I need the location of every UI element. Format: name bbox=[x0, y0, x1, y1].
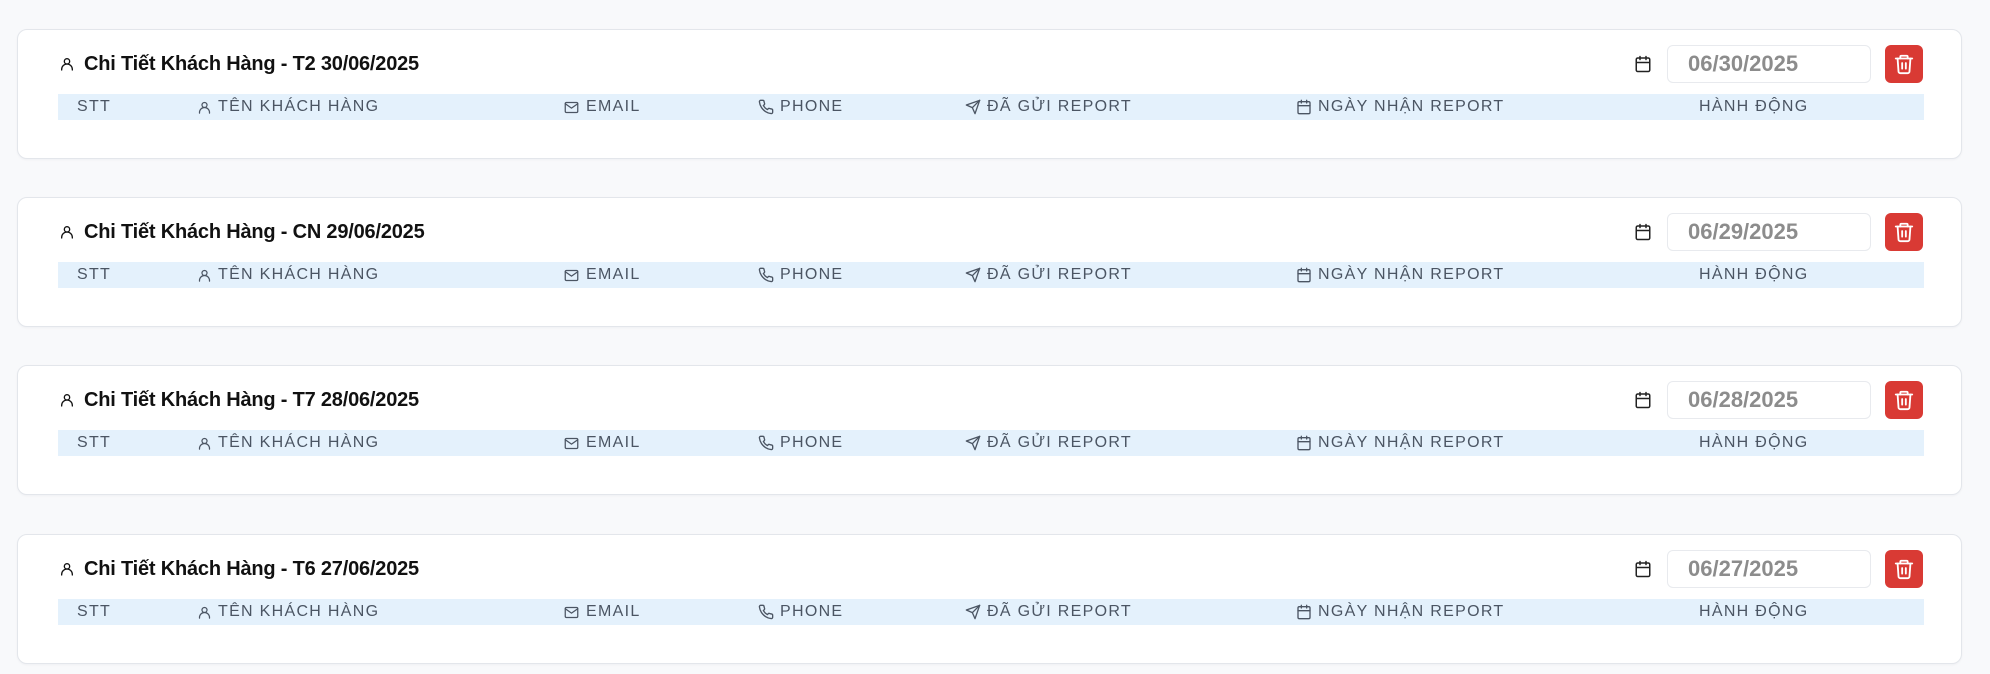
delete-button[interactable] bbox=[1885, 45, 1923, 83]
column-header-name[interactable]: TÊN KHÁCH HÀNG bbox=[197, 599, 379, 625]
column-header-name[interactable]: TÊN KHÁCH HÀNG bbox=[197, 94, 379, 120]
column-header-stt[interactable]: STT bbox=[77, 94, 111, 120]
calendar-icon[interactable] bbox=[1633, 222, 1653, 242]
column-header-email[interactable]: EMAIL bbox=[563, 599, 641, 625]
column-header-action[interactable]: HÀNH ĐỘNG bbox=[1699, 430, 1808, 456]
mail-icon bbox=[564, 437, 579, 449]
user-icon bbox=[198, 101, 211, 114]
user-icon bbox=[58, 223, 76, 241]
trash-icon bbox=[1894, 559, 1914, 580]
date-input[interactable] bbox=[1667, 213, 1871, 251]
column-header-action[interactable]: HÀNH ĐỘNG bbox=[1699, 599, 1808, 625]
customer-detail-card: Chi Tiết Khách Hàng - T7 28/06/2025 STT … bbox=[17, 365, 1962, 495]
table-header-row: STT TÊN KHÁCH HÀNG EMAIL PHONE ĐÃ GỬI RE… bbox=[58, 599, 1924, 625]
user-icon bbox=[198, 269, 211, 282]
card-title-wrap: Chi Tiết Khách Hàng - T2 30/06/2025 bbox=[58, 44, 419, 84]
send-icon bbox=[965, 604, 981, 620]
card-title: Chi Tiết Khách Hàng - T6 27/06/2025 bbox=[84, 557, 419, 580]
date-picker-group bbox=[1633, 380, 1923, 420]
column-header-email[interactable]: EMAIL bbox=[563, 262, 641, 288]
column-header-name[interactable]: TÊN KHÁCH HÀNG bbox=[197, 430, 379, 456]
column-header-sent[interactable]: ĐÃ GỬI REPORT bbox=[965, 430, 1132, 456]
date-input[interactable] bbox=[1667, 381, 1871, 419]
column-header-email[interactable]: EMAIL bbox=[563, 94, 641, 120]
column-header-phone[interactable]: PHONE bbox=[758, 262, 843, 288]
calendar-icon bbox=[1297, 267, 1311, 283]
customer-detail-card: Chi Tiết Khách Hàng - T6 27/06/2025 STT … bbox=[17, 534, 1962, 664]
column-header-name[interactable]: TÊN KHÁCH HÀNG bbox=[197, 262, 379, 288]
send-icon bbox=[965, 435, 981, 451]
card-title: Chi Tiết Khách Hàng - T7 28/06/2025 bbox=[84, 388, 419, 411]
mail-icon bbox=[564, 101, 579, 113]
delete-button[interactable] bbox=[1885, 213, 1923, 251]
trash-icon bbox=[1894, 390, 1914, 411]
card-title: Chi Tiết Khách Hàng - CN 29/06/2025 bbox=[84, 220, 425, 243]
column-header-action[interactable]: HÀNH ĐỘNG bbox=[1699, 262, 1808, 288]
column-header-action[interactable]: HÀNH ĐỘNG bbox=[1699, 94, 1808, 120]
column-header-received[interactable]: NGÀY NHẬN REPORT bbox=[1296, 599, 1504, 625]
column-header-email[interactable]: EMAIL bbox=[563, 430, 641, 456]
send-icon bbox=[965, 99, 981, 115]
mail-icon bbox=[564, 606, 579, 618]
customer-detail-card: Chi Tiết Khách Hàng - T2 30/06/2025 STT … bbox=[17, 29, 1962, 159]
calendar-icon[interactable] bbox=[1633, 54, 1653, 74]
user-icon bbox=[198, 437, 211, 450]
customer-detail-card: Chi Tiết Khách Hàng - CN 29/06/2025 STT … bbox=[17, 197, 1962, 327]
column-header-phone[interactable]: PHONE bbox=[758, 94, 843, 120]
column-header-stt[interactable]: STT bbox=[77, 430, 111, 456]
phone-icon bbox=[758, 435, 774, 451]
card-title-wrap: Chi Tiết Khách Hàng - CN 29/06/2025 bbox=[58, 212, 425, 252]
calendar-icon[interactable] bbox=[1633, 559, 1653, 579]
user-icon bbox=[58, 560, 76, 578]
date-picker-group bbox=[1633, 549, 1923, 589]
date-input[interactable] bbox=[1667, 550, 1871, 588]
phone-icon bbox=[758, 267, 774, 283]
calendar-icon bbox=[1297, 604, 1311, 620]
date-picker-group bbox=[1633, 212, 1923, 252]
phone-icon bbox=[758, 604, 774, 620]
column-header-sent[interactable]: ĐÃ GỬI REPORT bbox=[965, 262, 1132, 288]
column-header-sent[interactable]: ĐÃ GỬI REPORT bbox=[965, 599, 1132, 625]
calendar-icon bbox=[1297, 435, 1311, 451]
card-header: Chi Tiết Khách Hàng - T2 30/06/2025 bbox=[58, 44, 1923, 84]
delete-button[interactable] bbox=[1885, 550, 1923, 588]
calendar-icon[interactable] bbox=[1633, 390, 1653, 410]
column-header-stt[interactable]: STT bbox=[77, 262, 111, 288]
table-header-row: STT TÊN KHÁCH HÀNG EMAIL PHONE ĐÃ GỬI RE… bbox=[58, 430, 1924, 456]
user-icon bbox=[58, 55, 76, 73]
table-header-row: STT TÊN KHÁCH HÀNG EMAIL PHONE ĐÃ GỬI RE… bbox=[58, 262, 1924, 288]
date-input[interactable] bbox=[1667, 45, 1871, 83]
column-header-phone[interactable]: PHONE bbox=[758, 599, 843, 625]
user-icon bbox=[58, 391, 76, 409]
card-title: Chi Tiết Khách Hàng - T2 30/06/2025 bbox=[84, 52, 419, 75]
user-icon bbox=[198, 606, 211, 619]
column-header-received[interactable]: NGÀY NHẬN REPORT bbox=[1296, 262, 1504, 288]
date-picker-group bbox=[1633, 44, 1923, 84]
trash-icon bbox=[1894, 222, 1914, 243]
card-header: Chi Tiết Khách Hàng - T6 27/06/2025 bbox=[58, 549, 1923, 589]
delete-button[interactable] bbox=[1885, 381, 1923, 419]
column-header-received[interactable]: NGÀY NHẬN REPORT bbox=[1296, 430, 1504, 456]
card-title-wrap: Chi Tiết Khách Hàng - T7 28/06/2025 bbox=[58, 380, 419, 420]
table-header-row: STT TÊN KHÁCH HÀNG EMAIL PHONE ĐÃ GỬI RE… bbox=[58, 94, 1924, 120]
send-icon bbox=[965, 267, 981, 283]
calendar-icon bbox=[1297, 99, 1311, 115]
card-header: Chi Tiết Khách Hàng - T7 28/06/2025 bbox=[58, 380, 1923, 420]
column-header-phone[interactable]: PHONE bbox=[758, 430, 843, 456]
column-header-sent[interactable]: ĐÃ GỬI REPORT bbox=[965, 94, 1132, 120]
trash-icon bbox=[1894, 54, 1914, 75]
column-header-received[interactable]: NGÀY NHẬN REPORT bbox=[1296, 94, 1504, 120]
card-header: Chi Tiết Khách Hàng - CN 29/06/2025 bbox=[58, 212, 1923, 252]
phone-icon bbox=[758, 99, 774, 115]
mail-icon bbox=[564, 269, 579, 281]
card-title-wrap: Chi Tiết Khách Hàng - T6 27/06/2025 bbox=[58, 549, 419, 589]
column-header-stt[interactable]: STT bbox=[77, 599, 111, 625]
